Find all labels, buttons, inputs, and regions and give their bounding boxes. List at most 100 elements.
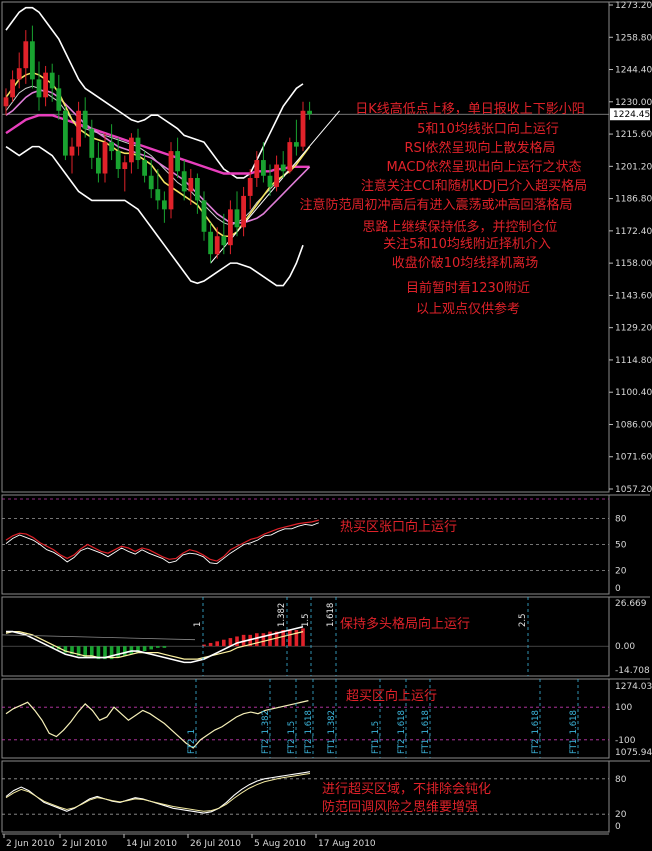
macd-tick-label: 0.00	[615, 642, 635, 652]
price-tick-label: 1129.20	[615, 324, 652, 334]
price-annotation-10: 以上观点仅供参考	[416, 301, 520, 317]
macd-histogram-bar	[215, 641, 219, 647]
candlestick-chart: 1273.20 1258.80 1244.40 1230.00 1215.60 1 20 1.…	[1, 1, 652, 849]
candle-body	[30, 41, 35, 80]
candle-body	[82, 110, 88, 129]
candle-body	[43, 72, 48, 98]
price-annotation-6: 思路上继续保持低多，并控制仓位	[362, 219, 557, 235]
kdj-annotation-0: 进行超买区域，不排除会钝化	[322, 782, 491, 797]
cci-fib-label: FT1_1.382	[327, 710, 337, 754]
candle-body	[208, 231, 213, 255]
cci-annotation: 超买区向上运行	[346, 688, 437, 704]
candle-body	[142, 160, 147, 176]
macd-fib-label: 1.5	[301, 613, 311, 627]
candle-body	[63, 110, 68, 156]
cci-fib-label: FT1_1.618	[421, 710, 431, 754]
macd-histogram-bar	[123, 646, 127, 656]
price-tick-label: 1258.80	[615, 33, 652, 43]
price-tick-label: 1244.40	[615, 66, 652, 76]
cci-tick-label: -100	[615, 736, 636, 746]
panel-frame-kdj	[1, 760, 610, 833]
candle-body	[280, 164, 286, 172]
candle-body	[3, 97, 9, 107]
time-tick-label: 2 Jul 2010	[62, 839, 107, 849]
candle-body	[241, 195, 246, 228]
cci-tick-label: 1274.034	[615, 682, 652, 692]
macd-histogram-bar	[301, 628, 305, 647]
time-tick-label: 14 Jul 2010	[126, 839, 177, 849]
candle-body	[10, 79, 15, 98]
candle-body	[148, 175, 154, 190]
panel-frame-macd	[1, 596, 610, 677]
macd-histogram-bar	[235, 636, 239, 647]
macd-fib-label: 1.618	[326, 603, 336, 627]
macd-histogram-bar	[156, 646, 160, 648]
price-annotation-5: 注意防范周初冲高后有进入震荡或冲高回落格局	[299, 197, 572, 213]
macd-fib-label: 2.5	[518, 613, 528, 627]
price-tick-label: 1186.80	[615, 195, 652, 205]
macd-histogram-bar	[116, 646, 120, 658]
cci-fib-label: FT2_1.618	[531, 710, 541, 754]
kdj-tick-label: 20	[615, 810, 627, 820]
candle-body	[214, 236, 220, 255]
candle-body	[36, 79, 42, 98]
cci-tick-label: 100	[615, 703, 632, 713]
rsi-tick-label: 80	[615, 514, 627, 524]
candle-body	[300, 110, 306, 147]
candle-body	[228, 209, 233, 246]
time-tick-label: 17 Aug 2010	[318, 839, 376, 849]
candle-body	[56, 88, 62, 111]
candle-body	[96, 157, 101, 174]
candle-body	[69, 146, 75, 156]
candle-body	[49, 72, 55, 89]
macd-tick-label: -14.708	[615, 666, 650, 676]
rsi-tick-label: 20	[615, 567, 627, 577]
macd-histogram-bar	[255, 633, 259, 647]
candle-body	[89, 128, 95, 158]
candle-body	[234, 209, 240, 228]
cci-fib-label: FT2_1.618	[397, 710, 407, 754]
candle-body	[129, 137, 134, 163]
candle-body	[261, 160, 266, 176]
rsi-signal-line	[5, 522, 319, 565]
candle-body	[221, 236, 227, 246]
candle-body	[168, 151, 174, 210]
macd-histogram-bar	[149, 646, 153, 650]
cci-fib-label: FT2_1.382	[261, 710, 271, 754]
rsi-tick-label: 50	[615, 541, 627, 551]
price-tick-label: 1158.00	[615, 259, 652, 269]
price-tick-label: 1230.00	[615, 98, 652, 108]
candle-body	[267, 175, 273, 187]
time-tick-label: 2 Jun 2010	[6, 839, 55, 849]
macd-fib-label: 1	[193, 622, 203, 627]
price-annotation-4: 注意关注CCI和随机KDJ已介入超买格局	[361, 178, 587, 194]
price-annotation-1: 5和10均线张口向上运行	[417, 121, 559, 137]
price-annotation-8: 收盘价破10均线择机离场	[392, 255, 539, 271]
price-tick-label: 1273.20	[615, 1, 652, 11]
cci-tick-label: 1075.946	[615, 748, 652, 758]
candle-body	[274, 164, 279, 187]
macd-tick-label: 26.669	[615, 599, 647, 609]
chart-window: 1273.20 1258.80 1244.40 1230.00 1215.60 1 20 1.…	[0, 0, 652, 851]
price-tick-label: 1215.60	[615, 130, 652, 140]
cci-fib-label: FT2_1	[187, 729, 197, 754]
candle-body	[307, 110, 312, 115]
candle-body	[175, 151, 180, 172]
rsi-annotation: 热买区张口向上运行	[340, 519, 457, 535]
macd-histogram-bar	[142, 646, 147, 652]
cci-fib-label: FT1_1.618	[569, 710, 579, 754]
kdj-annotation-1: 防范回调风险之思维要增强	[322, 799, 478, 815]
price-tick-label: 1086.00	[615, 420, 652, 430]
cci-fib-label: FT2_1.5	[287, 721, 297, 754]
candle-body	[254, 160, 260, 178]
price-annotation-3: MACD依然呈现出向上运行之状态	[387, 159, 582, 175]
candle-body	[16, 68, 22, 80]
price-tick-label: 1143.60	[615, 291, 652, 301]
candle-body	[201, 200, 207, 232]
price-annotation-7: 关注5和10均线附近择机介入	[383, 237, 551, 252]
macd-histogram-bar	[222, 639, 226, 647]
cci-fib-label: FT2_1.618	[304, 710, 314, 754]
kdj-k-line	[5, 771, 311, 814]
time-tick-label: 26 Jul 2010	[190, 839, 241, 849]
cci-fib-label: FT1_1.5	[371, 721, 381, 754]
